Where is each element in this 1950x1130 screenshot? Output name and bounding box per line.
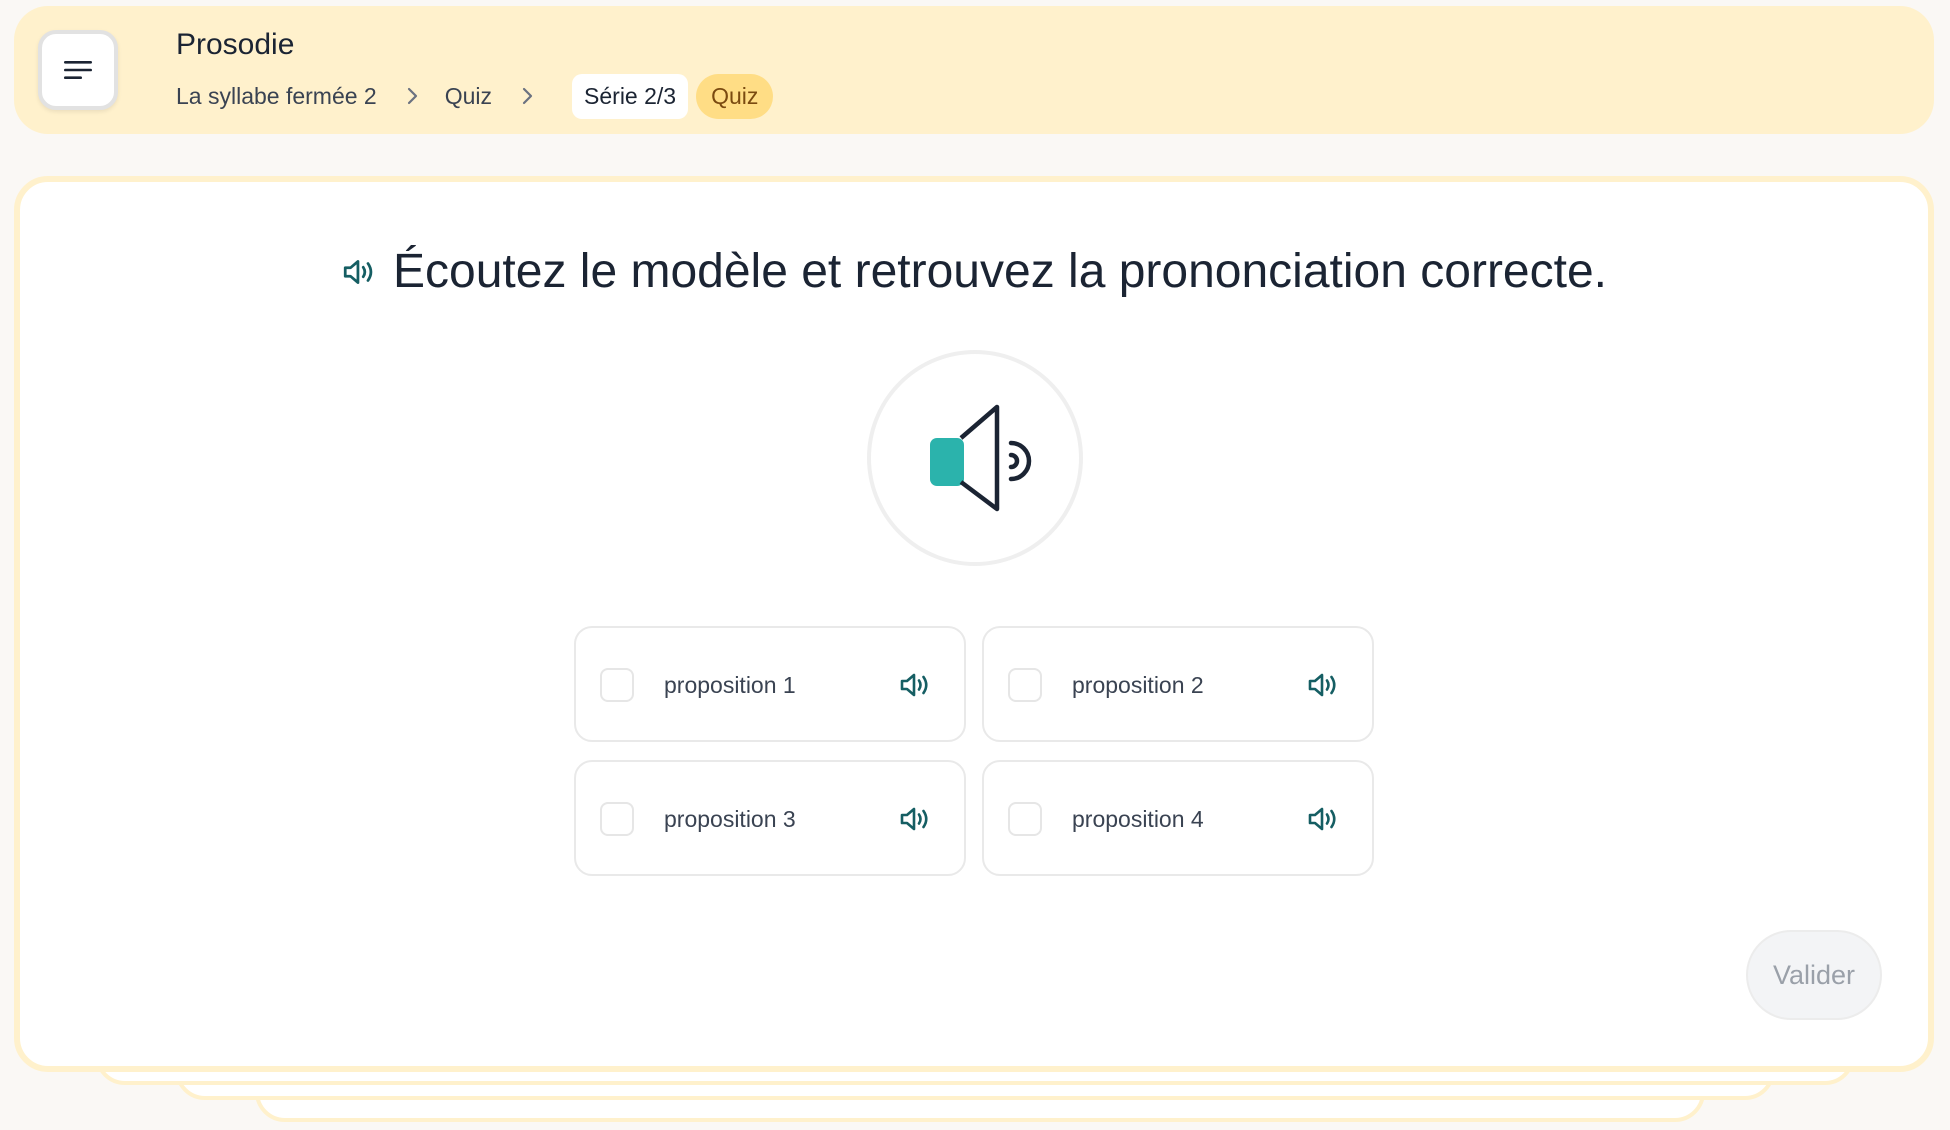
- option-label: proposition 3: [664, 806, 796, 832]
- option-card-4[interactable]: proposition 4: [982, 760, 1374, 876]
- breadcrumb-current-series: Série 2/3: [572, 73, 689, 119]
- top-header: Prosodie La syllabe fermée 2 Quiz Série …: [14, 6, 1934, 134]
- speaker-icon: [930, 404, 1032, 512]
- play-model-audio-button[interactable]: [867, 350, 1083, 566]
- option-checkbox[interactable]: [1008, 802, 1042, 836]
- question-text: Écoutez le modèle et retrouvez la pronon…: [393, 245, 1607, 298]
- option-checkbox[interactable]: [600, 802, 634, 836]
- answer-options: proposition 1 proposition 2 proposition …: [574, 626, 1374, 876]
- speaker-icon[interactable]: [898, 668, 932, 702]
- question-row: Écoutez le modèle et retrouvez la pronon…: [20, 244, 1928, 299]
- breadcrumb: La syllabe fermée 2 Quiz Série 2/3 Quiz: [176, 72, 774, 120]
- option-checkbox[interactable]: [1008, 668, 1042, 702]
- option-card-1[interactable]: proposition 1: [574, 626, 966, 742]
- speaker-icon[interactable]: [1306, 668, 1340, 702]
- chevron-right-icon: [522, 87, 534, 105]
- option-card-2[interactable]: proposition 2: [982, 626, 1374, 742]
- page-title: Prosodie: [176, 28, 295, 61]
- status-badge: Quiz: [696, 73, 774, 119]
- breadcrumb-item-lesson[interactable]: La syllabe fermée 2: [176, 83, 377, 110]
- speaker-icon[interactable]: [1306, 802, 1340, 836]
- quiz-card: Écoutez le modèle et retrouvez la pronon…: [14, 176, 1934, 1072]
- speaker-icon[interactable]: [898, 802, 932, 836]
- speaker-icon[interactable]: [341, 254, 377, 290]
- breadcrumb-item-quiz[interactable]: Quiz: [445, 83, 492, 110]
- hamburger-icon: [64, 61, 92, 79]
- option-checkbox[interactable]: [600, 668, 634, 702]
- menu-button[interactable]: [38, 30, 118, 110]
- option-card-3[interactable]: proposition 3: [574, 760, 966, 876]
- chevron-right-icon: [407, 87, 419, 105]
- validate-button[interactable]: Valider: [1746, 930, 1882, 1020]
- option-label: proposition 1: [664, 672, 796, 698]
- option-label: proposition 2: [1072, 672, 1204, 698]
- option-label: proposition 4: [1072, 806, 1204, 832]
